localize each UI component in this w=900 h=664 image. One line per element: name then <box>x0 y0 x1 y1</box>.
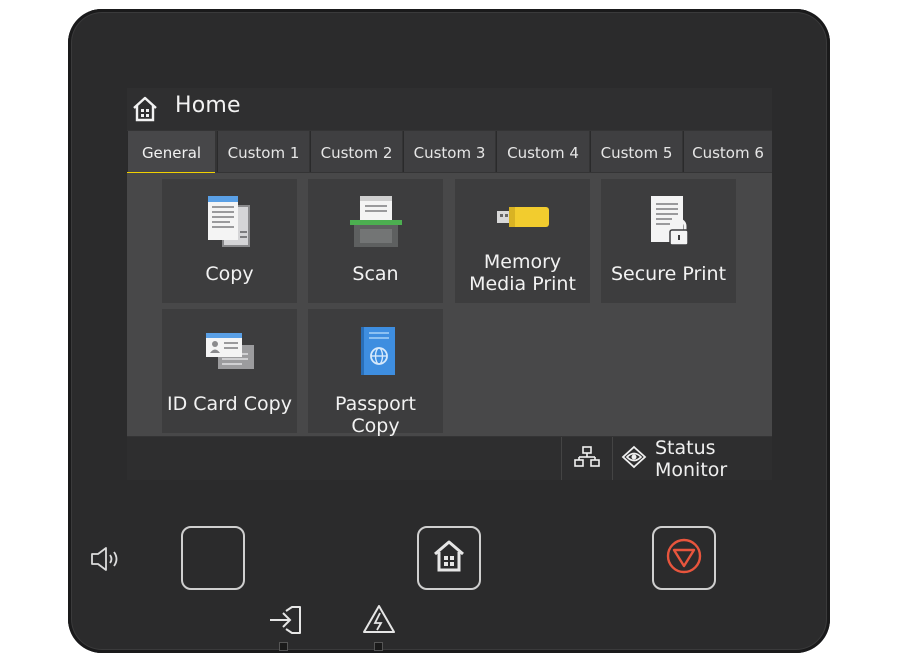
id-card-copy-button[interactable]: ID Card Copy <box>162 309 297 433</box>
sleep-button[interactable] <box>181 526 245 590</box>
passport-copy-label: Passport Copy <box>335 393 416 437</box>
eye-icon <box>621 445 647 473</box>
login-arrow-icon <box>268 605 302 639</box>
page-title: Home <box>175 93 241 118</box>
usb-memory-icon <box>455 193 590 255</box>
status-monitor-label: Status Monitor <box>655 436 728 481</box>
tab-custom-1[interactable]: Custom 1 <box>217 131 309 172</box>
scan-label: Scan <box>352 263 399 285</box>
warning-icon <box>362 604 396 638</box>
status-monitor-button[interactable]: Status Monitor <box>612 436 772 481</box>
tab-general[interactable]: General <box>127 131 215 172</box>
passport-copy-button[interactable]: Passport Copy <box>308 309 443 437</box>
stop-icon <box>664 536 704 580</box>
network-button[interactable] <box>561 437 612 480</box>
screen-header: Home <box>127 88 772 130</box>
network-icon <box>574 445 600 473</box>
stop-button[interactable] <box>652 526 716 590</box>
secure-print-icon <box>601 193 736 255</box>
secure-print-button[interactable]: Secure Print <box>601 179 736 303</box>
id-card-copy-label: ID Card Copy <box>167 393 292 415</box>
tab-custom-2[interactable]: Custom 2 <box>310 131 402 172</box>
speaker-icon <box>90 545 124 577</box>
tab-custom-6[interactable]: Custom 6 <box>683 131 772 172</box>
copy-label: Copy <box>205 263 254 285</box>
function-grid: Copy Scan Memory Media Print Secure Prin… <box>127 173 772 437</box>
scan-button[interactable]: Scan <box>308 179 443 303</box>
error-indicator-led <box>374 642 383 651</box>
home-button[interactable] <box>417 526 481 590</box>
tab-custom-5[interactable]: Custom 5 <box>590 131 682 172</box>
memory-media-print-button[interactable]: Memory Media Print <box>455 179 590 303</box>
memory-media-print-label-line2: Media Print <box>469 273 576 295</box>
tab-custom-3[interactable]: Custom 3 <box>403 131 495 172</box>
tab-custom-4[interactable]: Custom 4 <box>496 131 589 172</box>
passport-icon <box>308 323 443 385</box>
memory-media-print-label-line1: Memory <box>483 251 562 273</box>
id-card-icon <box>162 323 297 385</box>
tab-bar: General Custom 1 Custom 2 Custom 3 Custo… <box>127 131 772 175</box>
scan-icon <box>308 193 443 255</box>
moon-icon <box>196 536 230 580</box>
home-icon <box>431 538 467 578</box>
secure-print-label: Secure Print <box>610 263 727 285</box>
copy-icon <box>162 193 297 255</box>
touch-screen: Home General Custom 1 Custom 2 Custom 3 … <box>127 88 772 481</box>
copy-button[interactable]: Copy <box>162 179 297 303</box>
status-bar: Status Monitor <box>127 436 772 481</box>
home-icon <box>131 95 159 123</box>
data-indicator-led <box>279 642 288 651</box>
